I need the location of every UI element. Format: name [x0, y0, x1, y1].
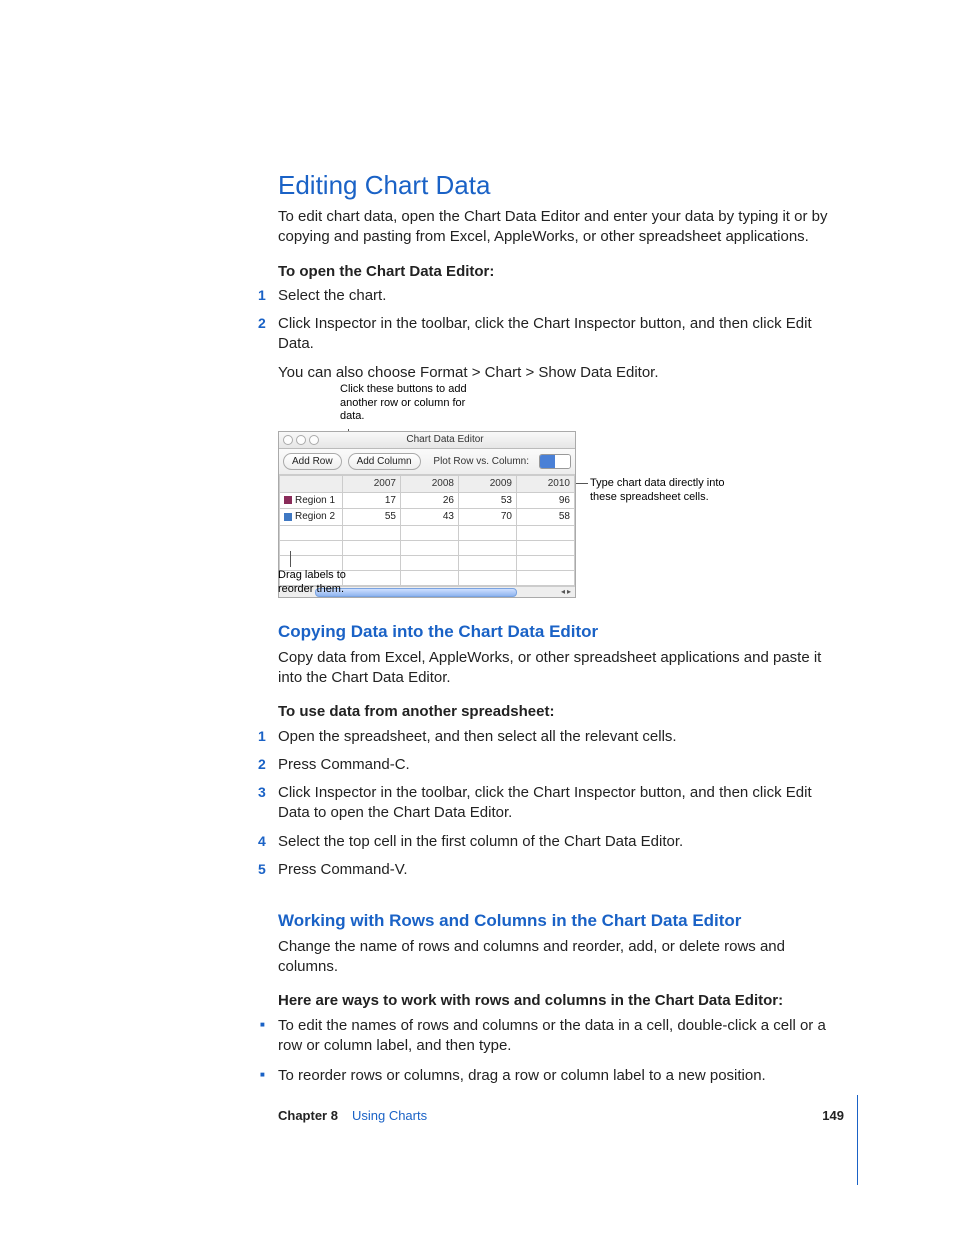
subsection-title: Copying Data into the Chart Data Editor	[278, 621, 844, 644]
step-text: Click Inspector in the toolbar, click th…	[278, 784, 812, 821]
procedure-steps: 1Open the spreadsheet, and then select a…	[278, 727, 844, 881]
step-text: Press Command-C.	[278, 756, 410, 773]
step-number: 2	[258, 755, 266, 774]
step-number: 1	[258, 727, 266, 746]
procedure-lead: To open the Chart Data Editor:	[278, 262, 844, 282]
grid-cell[interactable]: 58	[517, 509, 575, 526]
callout-right: Type chart data directly into these spre…	[590, 477, 730, 505]
page-footer: Chapter 8 Using Charts 149	[278, 1107, 844, 1125]
chart-editor-diagram: Click these buttons to add another row o…	[278, 401, 844, 587]
zoom-icon[interactable]	[309, 435, 319, 445]
document-page: Editing Chart Data To edit chart data, o…	[0, 0, 954, 1235]
step-text: Select the top cell in the first column …	[278, 833, 683, 850]
bullet-item: To edit the names of rows and columns or…	[278, 1016, 844, 1057]
close-icon[interactable]	[283, 435, 293, 445]
grid-cell[interactable]: 43	[401, 509, 459, 526]
step-number: 2	[258, 314, 266, 333]
grid-header[interactable]	[280, 476, 343, 493]
editor-toolbar: Add Row Add Column Plot Row vs. Column:	[279, 449, 575, 476]
plot-orientation-label: Plot Row vs. Column:	[433, 455, 529, 469]
grid-cell[interactable]: 70	[459, 509, 517, 526]
callout-line	[290, 551, 291, 567]
step-number: 4	[258, 832, 266, 851]
page-number: 149	[822, 1107, 844, 1125]
step-text: Click Inspector in the toolbar, click th…	[278, 315, 812, 352]
minimize-icon[interactable]	[296, 435, 306, 445]
page-title: Editing Chart Data	[278, 168, 844, 203]
step-number: 3	[258, 783, 266, 802]
step-number: 1	[258, 286, 266, 305]
grid-cell[interactable]: 26	[401, 492, 459, 509]
subsection-title: Working with Rows and Columns in the Cha…	[278, 910, 844, 933]
grid-header[interactable]: 2007	[343, 476, 401, 493]
procedure-lead: To use data from another spreadsheet:	[278, 702, 844, 722]
chapter-name: Using Charts	[352, 1107, 427, 1125]
procedure-lead: Here are ways to work with rows and colu…	[278, 991, 844, 1011]
callout-top: Click these buttons to add another row o…	[340, 383, 480, 424]
grid-cell[interactable]: 55	[343, 509, 401, 526]
row-label[interactable]: Region 2	[280, 509, 343, 526]
procedure-steps: 1Select the chart. 2Click Inspector in t…	[278, 286, 844, 355]
add-column-button[interactable]: Add Column	[348, 453, 421, 471]
bullet-list: To edit the names of rows and columns or…	[278, 1016, 844, 1087]
scroll-arrows-icon[interactable]: ◂▸	[561, 587, 573, 598]
step-number: 5	[258, 860, 266, 879]
series-swatch-icon	[284, 513, 292, 521]
plot-orientation-toggle[interactable]	[539, 454, 571, 469]
callout-bottom: Drag labels to reorder them.	[278, 569, 378, 597]
step-text: Select the chart.	[278, 287, 386, 304]
grid-cell[interactable]: 96	[517, 492, 575, 509]
grid-cell[interactable]: 53	[459, 492, 517, 509]
row-label[interactable]	[280, 525, 343, 540]
subsection-intro: Change the name of rows and columns and …	[278, 937, 844, 978]
grid-header[interactable]: 2008	[401, 476, 459, 493]
grid-header[interactable]: 2009	[459, 476, 517, 493]
bullet-item: To reorder rows or columns, drag a row o…	[278, 1066, 844, 1086]
grid-header[interactable]: 2010	[517, 476, 575, 493]
row-label[interactable]: Region 1	[280, 492, 343, 509]
series-swatch-icon	[284, 496, 292, 504]
chapter-label: Chapter 8	[278, 1107, 338, 1125]
window-title: Chart Data Editor	[319, 433, 571, 447]
window-titlebar: Chart Data Editor	[279, 432, 575, 449]
footer-rule	[857, 1095, 858, 1185]
grid-cell[interactable]: 17	[343, 492, 401, 509]
procedure-note: You can also choose Format > Chart > Sho…	[278, 363, 844, 383]
subsection-intro: Copy data from Excel, AppleWorks, or oth…	[278, 648, 844, 689]
row-label[interactable]	[280, 540, 343, 555]
traffic-lights	[283, 435, 319, 445]
add-row-button[interactable]: Add Row	[283, 453, 342, 471]
intro-paragraph: To edit chart data, open the Chart Data …	[278, 207, 844, 248]
callout-line	[576, 483, 588, 484]
step-text: Open the spreadsheet, and then select al…	[278, 728, 677, 745]
step-text: Press Command-V.	[278, 861, 408, 878]
